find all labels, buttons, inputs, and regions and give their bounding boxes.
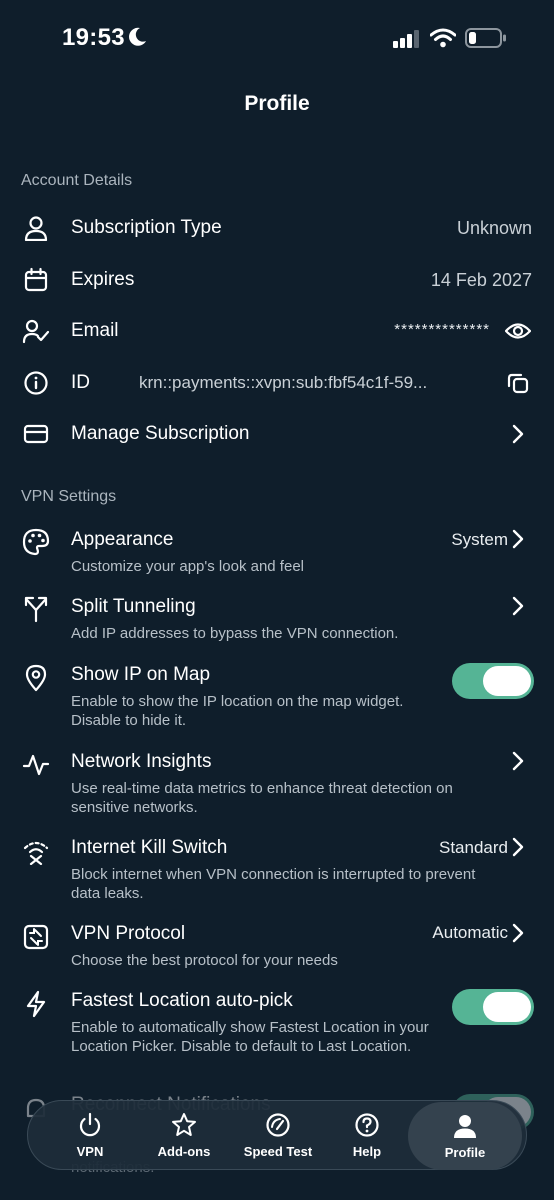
tab-help-label: Help <box>352 1143 382 1159</box>
cellular-signal-icon <box>393 30 419 48</box>
show-ip-on-map-title: Show IP on Map <box>71 664 211 685</box>
show-ip-on-map-subtitle: Enable to show the IP location on the ma… <box>71 693 404 729</box>
toggle-knob <box>483 992 531 1022</box>
chevron-right-icon <box>512 424 524 444</box>
copy-icon[interactable] <box>504 369 532 397</box>
tab-profile[interactable]: Profile <box>408 1102 522 1170</box>
vpn-protocol-title: VPN Protocol <box>71 923 186 944</box>
network-insights-subtitle: Use real-time data metrics to enhance th… <box>71 780 453 816</box>
battery-icon <box>465 28 506 48</box>
chevron-right-icon <box>512 837 524 857</box>
fastest-location-toggle[interactable] <box>452 989 534 1025</box>
lightning-icon <box>22 990 50 1018</box>
split-tunneling-subtitle: Add IP addresses to bypass the VPN conne… <box>71 625 399 642</box>
vpn-settings-heading: VPN Settings <box>21 488 117 505</box>
email-row: Email ************** <box>0 313 554 349</box>
internet-kill-switch-title: Internet Kill Switch <box>71 837 228 858</box>
split-arrows-icon <box>22 595 50 623</box>
user-check-icon <box>22 317 50 345</box>
subscription-type-label: Subscription Type <box>71 217 222 238</box>
tab-addons-label: Add-ons <box>157 1143 211 1159</box>
expires-value: 14 Feb 2027 <box>430 270 532 290</box>
split-tunneling-title: Split Tunneling <box>71 596 196 617</box>
calendar-icon <box>22 266 50 294</box>
split-tunneling-row[interactable]: Split Tunneling Add IP addresses to bypa… <box>0 591 554 647</box>
network-insights-row[interactable]: Network Insights Use real-time data metr… <box>0 745 554 821</box>
help-circle-icon <box>355 1112 379 1137</box>
subscription-type-value: Unknown <box>456 218 532 238</box>
power-icon <box>79 1112 101 1136</box>
user-icon <box>22 214 50 242</box>
status-time: 19:53 <box>62 24 125 51</box>
tab-addons[interactable]: Add-ons <box>138 1101 230 1169</box>
protocol-arrows-icon <box>22 923 50 951</box>
bottom-tab-bar: VPN Add-ons Speed Test Help Profile <box>27 1100 527 1170</box>
tab-vpn[interactable]: VPN <box>42 1101 138 1169</box>
appearance-row[interactable]: Appearance Customize your app's look and… <box>0 524 554 580</box>
fastest-location-row: Fastest Location auto-pick Enable to aut… <box>0 984 554 1080</box>
map-pin-icon <box>22 664 50 692</box>
vpn-protocol-value: Automatic <box>432 923 508 942</box>
credit-card-icon <box>22 420 50 448</box>
internet-kill-switch-subtitle: Block internet when VPN connection is in… <box>71 866 476 902</box>
info-icon <box>22 369 50 397</box>
tab-speed-test[interactable]: Speed Test <box>230 1101 326 1169</box>
id-value: krn::payments::xvpn:sub:fbf54c1f-59... <box>139 373 428 392</box>
moon-icon <box>129 27 146 46</box>
show-ip-on-map-row: Show IP on Map Enable to show the IP loc… <box>0 658 554 734</box>
id-label: ID <box>71 372 90 393</box>
chevron-right-icon <box>512 529 524 549</box>
tab-vpn-label: VPN <box>76 1143 104 1159</box>
chevron-right-icon <box>512 923 524 943</box>
show-ip-on-map-toggle[interactable] <box>452 663 534 699</box>
eye-icon[interactable] <box>504 317 532 345</box>
speedometer-icon <box>266 1112 290 1137</box>
wifi-off-icon <box>22 837 50 865</box>
vpn-protocol-row[interactable]: VPN Protocol Choose the best protocol fo… <box>0 917 554 973</box>
fastest-location-subtitle: Enable to automatically show Fastest Loc… <box>71 1019 429 1055</box>
chevron-right-icon <box>512 596 524 616</box>
wifi-icon <box>430 28 456 48</box>
appearance-title: Appearance <box>71 529 174 550</box>
network-insights-title: Network Insights <box>71 751 212 772</box>
email-value-masked: ************** <box>394 321 490 338</box>
manage-subscription-row[interactable]: Manage Subscription <box>0 416 554 452</box>
expires-label: Expires <box>71 269 135 290</box>
appearance-subtitle: Customize your app's look and feel <box>71 558 304 575</box>
person-icon <box>454 1114 476 1138</box>
activity-pulse-icon <box>22 751 50 779</box>
internet-kill-switch-value: Standard <box>439 838 508 857</box>
appearance-value: System <box>451 530 508 549</box>
toggle-knob <box>483 666 531 696</box>
palette-icon <box>22 528 50 556</box>
vpn-protocol-subtitle: Choose the best protocol for your needs <box>71 952 338 969</box>
tab-profile-label: Profile <box>444 1144 486 1160</box>
account-details-heading: Account Details <box>21 172 133 189</box>
status-bar: 19:53 <box>0 0 554 80</box>
fastest-location-title: Fastest Location auto-pick <box>71 990 293 1011</box>
tab-speed-test-label: Speed Test <box>243 1143 313 1159</box>
manage-subscription-label: Manage Subscription <box>71 423 250 444</box>
subscription-type-row: Subscription Type Unknown <box>0 210 554 246</box>
email-label: Email <box>71 320 119 341</box>
page-title: Profile <box>244 92 310 115</box>
chevron-right-icon <box>512 751 524 771</box>
expires-row: Expires 14 Feb 2027 <box>0 262 554 298</box>
id-row: ID krn::payments::xvpn:sub:fbf54c1f-59..… <box>0 365 554 401</box>
internet-kill-switch-row[interactable]: Internet Kill Switch Block internet when… <box>0 831 554 907</box>
star-icon <box>172 1112 196 1136</box>
tab-help[interactable]: Help <box>326 1101 408 1169</box>
